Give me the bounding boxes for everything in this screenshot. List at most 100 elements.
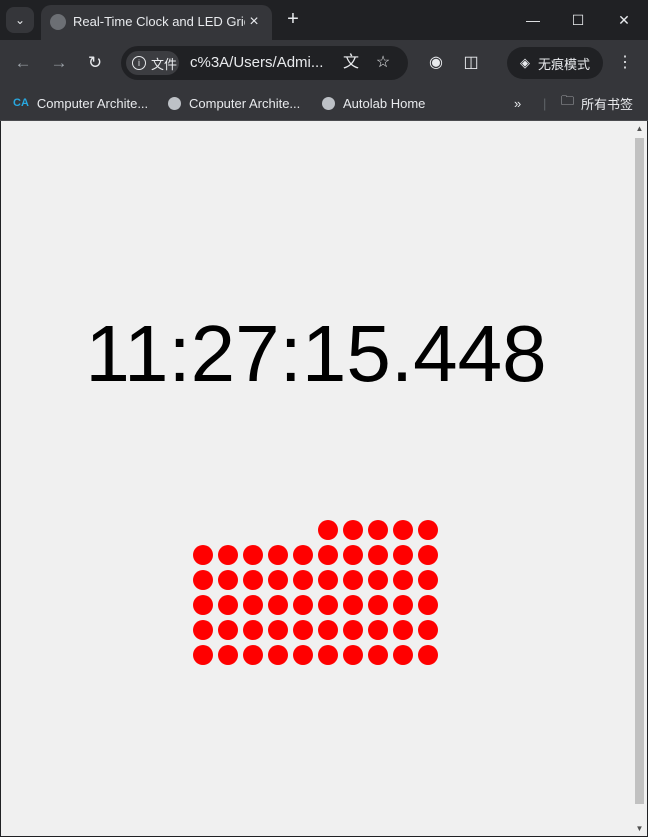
bookmarks-divider: | <box>543 95 547 111</box>
incognito-indicator[interactable]: ◈ 无痕模式 <box>507 47 603 79</box>
scroll-down-arrow-icon[interactable]: ▼ <box>632 821 647 836</box>
led-dot <box>243 545 263 565</box>
led-dot <box>343 520 363 540</box>
led-dot <box>193 620 213 640</box>
bookmark-label: Autolab Home <box>343 95 426 111</box>
bookmark-computer-architecture-2[interactable]: Computer Archite... <box>168 94 300 112</box>
bookmark-label: Computer Archite... <box>36 95 149 111</box>
led-dot <box>218 570 238 590</box>
bookmark-autolab-home[interactable]: Autolab Home <box>322 94 425 112</box>
title-bar: ⌄ Real-Time Clock and LED Grid × + — ☐ ✕ <box>0 0 648 40</box>
globe-icon <box>50 14 66 30</box>
translate-icon[interactable]: 文 <box>341 53 361 73</box>
bookmark-computer-architecture-1[interactable]: CA Computer Archite... <box>13 94 148 112</box>
scroll-thumb[interactable] <box>635 138 644 804</box>
led-dot <box>268 620 288 640</box>
clock-display: 11:27:15.448 <box>85 309 547 398</box>
led-dot <box>393 595 413 615</box>
led-dot <box>268 545 288 565</box>
led-dot <box>343 645 363 665</box>
led-dot <box>218 620 238 640</box>
led-dot <box>243 645 263 665</box>
globe-icon <box>322 96 335 110</box>
new-tab-button[interactable]: + <box>282 8 304 30</box>
led-dot <box>268 645 288 665</box>
chevron-double-right-icon: » <box>514 95 522 111</box>
minimize-button[interactable]: — <box>510 0 556 40</box>
led-dot <box>193 570 213 590</box>
toolbar: ← → ↻ i 文件 c%3A/Users/Admi... 文 ☆ ◉ ◫ ◈ … <box>0 40 648 86</box>
led-dot <box>393 645 413 665</box>
folder-icon: 🗀 <box>561 93 575 108</box>
led-dot <box>393 520 413 540</box>
led-dot <box>293 620 313 640</box>
led-dot <box>393 570 413 590</box>
close-window-button[interactable]: ✕ <box>601 0 647 40</box>
close-icon: × <box>249 13 259 30</box>
tab-search-button[interactable]: ⌄ <box>6 7 34 33</box>
led-dot <box>193 545 213 565</box>
incognito-icon: ◈ <box>520 55 530 70</box>
led-dot <box>368 570 388 590</box>
forward-button[interactable]: → <box>47 51 71 75</box>
more-menu-icon[interactable]: ⋮ <box>614 52 636 74</box>
bookmarks-overflow-button[interactable]: » <box>514 94 521 112</box>
ca-logo-icon: CA <box>13 97 29 109</box>
led-dot <box>368 545 388 565</box>
close-tab-button[interactable]: × <box>245 13 263 31</box>
led-dot <box>318 645 338 665</box>
info-icon: i <box>132 56 146 70</box>
address-bar[interactable]: i 文件 c%3A/Users/Admi... 文 ☆ <box>121 46 408 80</box>
browser-tab[interactable]: Real-Time Clock and LED Grid × <box>41 5 272 40</box>
led-dot <box>368 645 388 665</box>
page-content: 11:27:15.448 ▲ ▼ <box>1 121 647 836</box>
all-bookmarks-label: 所有书签 <box>581 96 634 112</box>
led-dot <box>318 620 338 640</box>
led-dot <box>343 595 363 615</box>
arrow-left-icon: ← <box>14 53 32 72</box>
minimize-icon: — <box>526 12 540 28</box>
led-dot <box>343 620 363 640</box>
led-dot <box>243 570 263 590</box>
led-dot <box>418 645 438 665</box>
led-dot <box>193 645 213 665</box>
led-dot <box>218 545 238 565</box>
led-dot <box>293 595 313 615</box>
led-dot <box>393 545 413 565</box>
extension-icon[interactable]: ◉ <box>425 52 447 74</box>
site-info-chip[interactable]: i 文件 <box>126 51 179 75</box>
star-icon[interactable]: ☆ <box>373 53 393 73</box>
led-dot <box>268 570 288 590</box>
led-dot <box>343 570 363 590</box>
arrow-right-icon: → <box>50 53 68 72</box>
url-text[interactable]: c%3A/Users/Admi... <box>190 54 328 71</box>
puzzle-icon[interactable]: ◫ <box>460 52 482 74</box>
led-dot <box>243 595 263 615</box>
scroll-up-arrow-icon[interactable]: ▲ <box>632 121 647 136</box>
led-dot <box>293 570 313 590</box>
led-dot <box>418 545 438 565</box>
led-dot <box>318 570 338 590</box>
led-dot <box>218 595 238 615</box>
back-button[interactable]: ← <box>11 51 35 75</box>
chevron-down-icon: ⌄ <box>14 13 26 27</box>
led-dot <box>243 620 263 640</box>
tab-title: Real-Time Clock and LED Grid <box>73 14 245 29</box>
vertical-scrollbar[interactable]: ▲ ▼ <box>632 121 647 836</box>
close-icon: ✕ <box>618 11 630 28</box>
all-bookmarks-button[interactable]: 🗀 所有书签 <box>561 93 634 112</box>
maximize-icon: ☐ <box>571 11 585 28</box>
globe-icon <box>168 96 181 110</box>
led-dot <box>218 645 238 665</box>
led-dot <box>368 595 388 615</box>
led-dot <box>368 520 388 540</box>
led-dot <box>293 545 313 565</box>
reload-button[interactable]: ↻ <box>83 51 107 75</box>
reload-icon: ↻ <box>87 53 103 72</box>
led-dot <box>193 595 213 615</box>
led-dot <box>318 595 338 615</box>
maximize-button[interactable]: ☐ <box>555 0 601 40</box>
led-dot <box>318 520 338 540</box>
led-dot <box>418 620 438 640</box>
led-dot <box>268 595 288 615</box>
